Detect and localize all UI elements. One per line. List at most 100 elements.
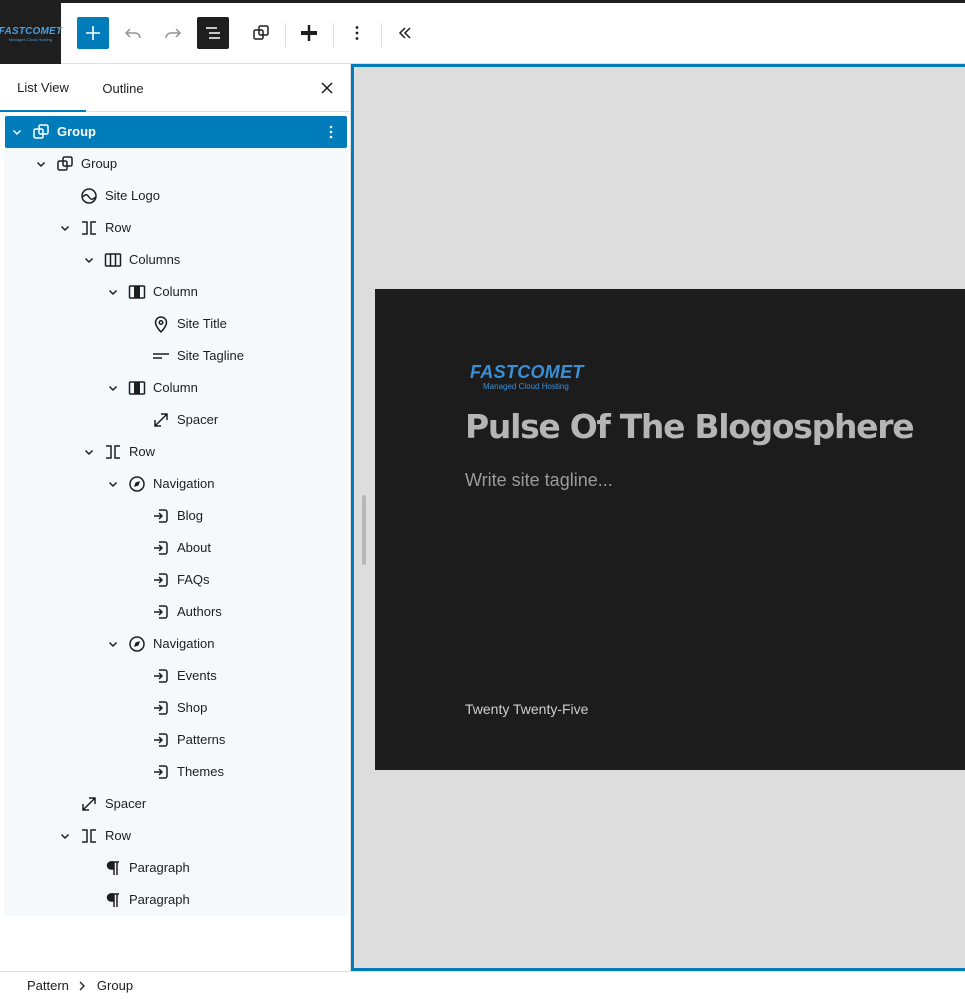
list-view-item[interactable]: Row: [5, 820, 347, 852]
header-group-block[interactable]: FASTCOMET Managed Cloud Hosting Pulse Of…: [375, 289, 965, 770]
list-view-item[interactable]: Column: [5, 276, 347, 308]
chevron-down-icon[interactable]: [81, 252, 97, 268]
spacer-icon: [79, 794, 99, 814]
tools-button[interactable]: [293, 17, 325, 49]
list-view-item[interactable]: Columns: [5, 244, 347, 276]
list-view-item[interactable]: About: [5, 532, 347, 564]
list-view-item-label: Paragraph: [129, 860, 190, 875]
list-view-item[interactable]: Paragraph: [5, 852, 347, 884]
page-link-icon: [151, 730, 171, 750]
list-view-item[interactable]: FAQs: [5, 564, 347, 596]
columns-icon: [103, 250, 123, 270]
document-overview-button[interactable]: [197, 17, 229, 49]
undo-button[interactable]: [117, 17, 149, 49]
site-badge-brand: FASTCOMET: [0, 25, 63, 37]
list-view-item[interactable]: Group: [5, 148, 347, 180]
list-view-item-label: Columns: [129, 252, 181, 267]
collapse-button[interactable]: [389, 17, 421, 49]
options-button[interactable]: [341, 17, 373, 49]
chevron-down-icon[interactable]: [57, 220, 73, 236]
page-link-icon: [151, 538, 171, 558]
list-view-item[interactable]: Navigation: [5, 468, 347, 500]
resize-handle[interactable]: [362, 495, 366, 565]
list-view-item-label: Column: [153, 284, 198, 299]
paragraph-icon: [103, 890, 123, 910]
patterns-icon: [253, 25, 269, 40]
list-view-item[interactable]: Navigation: [5, 628, 347, 660]
chevron-down-icon[interactable]: [81, 444, 97, 460]
list-view-item[interactable]: Blog: [5, 500, 347, 532]
list-view-item[interactable]: Group: [5, 116, 347, 148]
logo-sub: Managed Cloud Hosting: [483, 382, 569, 391]
column-icon: [127, 282, 147, 302]
list-view-item[interactable]: Spacer: [5, 788, 347, 820]
close-sidebar-button[interactable]: [315, 76, 339, 100]
toolbar-separator: [381, 23, 382, 47]
tab-outline[interactable]: Outline: [86, 64, 160, 112]
list-view-item-label: Shop: [177, 700, 208, 715]
chevron-down-icon[interactable]: [9, 124, 25, 140]
list-view-item[interactable]: Themes: [5, 756, 347, 788]
site-logo[interactable]: FASTCOMET Managed Cloud Hosting: [470, 362, 590, 392]
list-view-item-label: Navigation: [153, 476, 215, 491]
list-view-item[interactable]: Row: [5, 436, 347, 468]
site-badge-sub: Managed Cloud Hosting: [9, 36, 52, 42]
list-view-item[interactable]: Patterns: [5, 724, 347, 756]
list-view-item-label: Column: [153, 380, 198, 395]
more-vertical-icon[interactable]: [321, 122, 341, 142]
list-view-item[interactable]: Spacer: [5, 404, 347, 436]
list-view-item[interactable]: Site Tagline: [5, 340, 347, 372]
site-icon-button[interactable]: FASTCOMET Managed Cloud Hosting: [0, 3, 63, 64]
block-tree: Group Group Site Logo Row Columns Column Site …: [4, 116, 348, 916]
block-inserter-button[interactable]: [77, 17, 109, 49]
footer-paragraph[interactable]: Twenty Twenty-Five: [465, 700, 588, 718]
list-view-item-label: About: [177, 540, 211, 555]
list-view-item[interactable]: Paragraph: [5, 884, 347, 916]
list-view-icon: [206, 27, 220, 39]
chevron-down-icon[interactable]: [105, 380, 121, 396]
breadcrumb-pattern[interactable]: Pattern: [27, 978, 69, 993]
editor-canvas[interactable]: FASTCOMET Managed Cloud Hosting Pulse Of…: [351, 64, 965, 971]
list-view-item-label: Site Logo: [105, 188, 160, 203]
chevron-down-icon[interactable]: [105, 636, 121, 652]
site-title[interactable]: Pulse Of The Blogosphere: [465, 407, 915, 447]
list-view-item-label: Group: [81, 156, 118, 171]
breadcrumb-group[interactable]: Group: [97, 978, 133, 993]
row-icon: [79, 218, 99, 238]
list-view-item[interactable]: Events: [5, 660, 347, 692]
chevron-down-icon[interactable]: [33, 156, 49, 172]
editor-toolbar: FASTCOMET Managed Cloud Hosting: [0, 0, 965, 64]
list-view-item[interactable]: Site Logo: [5, 180, 347, 212]
list-view-item[interactable]: Site Title: [5, 308, 347, 340]
sidebar-tabs: List View Outline: [0, 64, 350, 112]
chevron-down-icon[interactable]: [105, 284, 121, 300]
list-view-item[interactable]: Shop: [5, 692, 347, 724]
chevron-right-icon: [75, 979, 89, 993]
map-marker-icon: [151, 314, 171, 334]
patterns-button[interactable]: [245, 17, 277, 49]
site-tagline[interactable]: Write site tagline...: [465, 469, 613, 491]
chevron-down-icon[interactable]: [57, 828, 73, 844]
redo-button[interactable]: [157, 17, 189, 49]
list-view-item[interactable]: Authors: [5, 596, 347, 628]
close-icon: [321, 82, 333, 94]
list-view-item-label: Authors: [177, 604, 222, 619]
list-view-item-label: Row: [105, 220, 132, 235]
list-view-sidebar: List View Outline Group Group Site Logo Row…: [0, 64, 351, 971]
tagline-icon: [151, 346, 171, 366]
list-view-item-label: Spacer: [105, 796, 147, 811]
list-view-item[interactable]: Column: [5, 372, 347, 404]
more-vertical-icon: [355, 26, 359, 40]
chevron-double-left-icon: [398, 27, 411, 39]
tab-list-view[interactable]: List View: [0, 64, 86, 112]
navigation-icon: [127, 474, 147, 494]
list-view-item[interactable]: Row: [5, 212, 347, 244]
undo-icon: [124, 28, 141, 39]
list-view-item-label: Navigation: [153, 636, 215, 651]
page-link-icon: [151, 506, 171, 526]
chevron-down-icon[interactable]: [105, 476, 121, 492]
group-icon: [31, 122, 51, 142]
page-link-icon: [151, 602, 171, 622]
list-view-item-label: Site Title: [177, 316, 227, 331]
redo-icon: [165, 28, 182, 39]
